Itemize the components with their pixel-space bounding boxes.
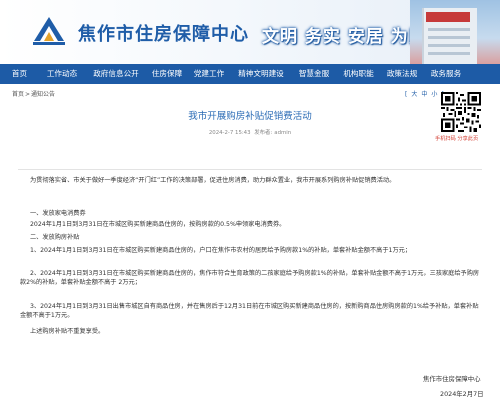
divider [18,169,482,170]
breadcrumb-current[interactable]: 通知公告 [31,91,55,98]
body-heading-2: 二、发放购房补贴 [30,234,80,241]
nav-item-party-building[interactable]: 党建工作 [187,64,231,84]
body-paragraph-4: 3、2024年1月1日到3月31日出售市城区自有商品住房，并在售房后于12月31… [20,303,479,319]
nav-item-work-news[interactable]: 工作动态 [39,64,85,84]
building-photo [410,0,500,64]
font-size-small[interactable]: 小 [431,91,437,98]
body-heading-1: 一、发放家电消费券 [30,210,86,217]
qr-caption: 手机扫码 分享此页 [435,136,479,142]
font-size-large[interactable]: 大 [411,91,417,98]
nav-item-policies[interactable]: 政策法规 [380,64,424,84]
main-nav: 首页 工作动态 政府信息公开 住房保障 党建工作 精神文明建设 智慧金服 机构职… [0,64,500,84]
nav-item-housing-security[interactable]: 住房保障 [147,64,187,84]
body-paragraph-1: 2024年1月1日到3月31日在市城区购买新建商品住房的，按购房款的0.5%申领… [30,221,286,228]
body-paragraph-2: 1、2024年1月1日到3月31日在市城区购买新建商品住房的，户口在焦作市农村的… [30,247,412,254]
site-header: 焦作市住房保障中心 文明 务实 安居 为民 [0,0,500,64]
article-meta: 2024-2-7 15:43 发布者: admin [0,128,500,136]
signature-org: 焦作市住房保障中心 [423,375,481,383]
breadcrumb-home[interactable]: 首页 [12,91,24,98]
signature-date: 2024年2月7日 [440,390,484,398]
article-author-label: 发布者: [254,130,273,136]
body-paragraph-5: 上述购房补贴不重复享受。 [30,328,105,335]
nav-item-org-functions[interactable]: 机构职能 [337,64,380,84]
nav-item-smart-finance[interactable]: 智慧金服 [291,64,337,84]
article-author: admin [274,130,292,136]
breadcrumb-separator: > [25,91,31,98]
article-date: 2024-2-7 15:43 [208,130,251,136]
bracket-left: [ [405,91,408,98]
header-slogan: 文明 务实 安居 为民 [262,27,427,47]
qr-code-icon [441,92,481,132]
nav-item-gov-info[interactable]: 政府信息公开 [85,64,147,84]
site-logo-icon [33,17,65,45]
body-paragraph-3: 2、2024年1月1日到3月31日在市城区购买新建商品住房的，焦作市符合生育政策… [20,270,480,286]
nav-item-civilization[interactable]: 精神文明建设 [231,64,291,84]
nav-item-gov-services[interactable]: 政务服务 [424,64,468,84]
article-title: 我市开展购房补贴促销费活动 [188,111,312,122]
site-title[interactable]: 焦作市住房保障中心 [78,20,249,46]
font-size-medium[interactable]: 中 [421,91,427,98]
nav-item-home[interactable]: 首页 [0,64,39,84]
breadcrumb: 首页>通知公告 [12,89,56,98]
body-intro: 为贯彻落实省、市关于做好一季度经济“开门红”工作的决策部署，促进住房消费，助力群… [30,177,396,184]
